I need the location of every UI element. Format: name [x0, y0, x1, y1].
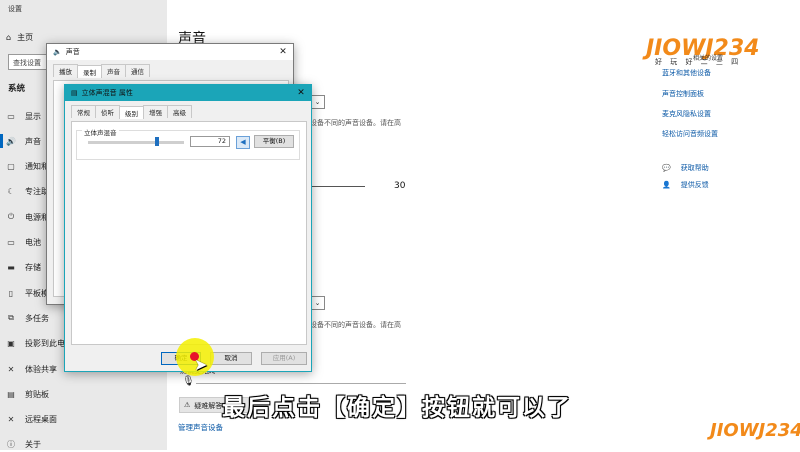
properties-titlebar: ▤ 立体声混音 属性 ✕	[65, 85, 311, 101]
tab-listen[interactable]: 侦听	[95, 105, 120, 118]
sidebar-item-label: 剪贴板	[25, 389, 49, 399]
speaker-icon: 🔊	[6, 136, 16, 146]
home-label: 主页	[17, 33, 34, 42]
sidebar-item-label: 体验共享	[25, 364, 57, 374]
input-device-dropdown[interactable]: ⌄	[310, 296, 325, 310]
clipboard-icon: ▤	[7, 389, 15, 399]
sidebar-item-1[interactable]: 🔊 声音	[6, 134, 41, 148]
warning-icon: ⚠	[184, 401, 191, 409]
monitor-icon: ▭	[7, 111, 15, 121]
battery-icon: ▭	[7, 238, 15, 247]
volume-value: 30	[394, 181, 406, 191]
sidebar-item-12[interactable]: ✕ 远程桌面	[6, 413, 57, 427]
balance-button[interactable]: 平衡(B)	[254, 135, 294, 148]
sidebar-item-label: 远程桌面	[25, 415, 57, 425]
tab-playback[interactable]: 播放	[53, 64, 78, 77]
microphone-icon: 🎙	[182, 376, 195, 387]
sidebar-item-8[interactable]: ⧉ 多任务	[6, 311, 49, 325]
project-icon: ▣	[7, 339, 15, 349]
sidebar-item-3[interactable]: ☾ 专注助	[6, 185, 49, 199]
tab-advanced[interactable]: 高级	[167, 105, 192, 118]
volume-slider[interactable]	[310, 186, 365, 187]
sound-dialog-titlebar: 🔈 声音 ✕	[47, 44, 293, 60]
chat-icon: 💬	[662, 164, 671, 172]
output-description: 设备不同的声音设备。请在高	[310, 119, 401, 127]
properties-title: 立体声混音 属性	[81, 89, 133, 97]
tab-enhancements[interactable]: 增强	[143, 105, 168, 118]
focus-icon: ☾	[7, 187, 15, 197]
related-settings-heading: 相关的设置	[693, 55, 724, 62]
sidebar-item-4[interactable]: ⏻ 电源和	[6, 210, 49, 224]
sidebar-item-label: 存储	[25, 263, 41, 273]
stereo-mix-properties-dialog: ▤ 立体声混音 属性 ✕ 常规 侦听 级别 增强 高级 立体声混音 72 ◀ 平…	[64, 84, 312, 372]
microphone-icon: ▤	[71, 89, 78, 97]
tab-general[interactable]: 常规	[71, 105, 96, 118]
level-value-box[interactable]: 72	[190, 136, 230, 147]
sidebar-item-11[interactable]: ▤ 剪贴板	[6, 387, 49, 401]
storage-icon: ▬	[7, 263, 15, 273]
related-link-ease-of-access[interactable]: 轻松访问音频设置	[662, 129, 718, 139]
selected-indicator	[0, 134, 3, 148]
sidebar-item-9[interactable]: ▣ 投影到此电脑	[6, 337, 73, 351]
multitask-icon: ⧉	[8, 313, 14, 323]
close-icon[interactable]: ✕	[291, 88, 311, 98]
sidebar-item-10[interactable]: ✕ 体验共享	[6, 362, 57, 376]
level-slider-track[interactable]	[88, 141, 184, 144]
output-device-dropdown[interactable]: ⌄	[310, 95, 325, 109]
get-help-label: 获取帮助	[680, 164, 709, 172]
home-nav-item[interactable]: ⌂ 主页	[6, 32, 33, 43]
remote-icon: ✕	[7, 415, 15, 425]
tab-sounds[interactable]: 声音	[101, 64, 126, 77]
troubleshoot-label: 疑难解答	[194, 402, 223, 410]
power-icon: ⏻	[7, 212, 15, 222]
tab-levels[interactable]: 级别	[119, 106, 144, 119]
related-link-bluetooth[interactable]: 蓝牙和其他设备	[662, 68, 711, 78]
sidebar-item-0[interactable]: ▭ 显示	[6, 109, 41, 123]
close-icon[interactable]: ✕	[273, 47, 293, 57]
settings-window-title: 设置	[8, 5, 22, 13]
sidebar-item-label: 声音	[25, 136, 41, 146]
feedback-label: 提供反馈	[680, 181, 709, 189]
tablet-icon: ▯	[8, 288, 14, 298]
sound-dialog-title: 声音	[65, 48, 80, 56]
related-link-mic-privacy[interactable]: 麦克风隐私设置	[662, 109, 711, 119]
mute-speaker-icon[interactable]: ◀	[236, 136, 250, 149]
feedback-icon: 👤	[662, 181, 671, 189]
input-description: 设备不同的声音设备。请在高	[310, 321, 401, 329]
cursor-icon: ➤	[194, 355, 208, 374]
sidebar-item-label: 显示	[25, 111, 41, 121]
share-icon: ✕	[7, 364, 15, 374]
feedback-link[interactable]: 👤 提供反馈	[662, 180, 709, 190]
get-help-link[interactable]: 💬 获取帮助	[662, 163, 709, 173]
tab-communications[interactable]: 通信	[125, 64, 150, 77]
watermark-logo-bottom: JIOWJ234	[710, 420, 800, 441]
section-heading: 系统	[8, 84, 26, 94]
level-group-label: 立体声混音	[82, 127, 119, 137]
video-subtitle: 最后点击【确定】按钮就可以了	[222, 395, 572, 421]
mic-level-bar	[196, 383, 406, 384]
sidebar-item-7[interactable]: ▯ 平板模	[6, 286, 49, 300]
levels-panel: 立体声混音 72 ◀ 平衡(B)	[71, 121, 307, 345]
home-icon: ⌂	[6, 33, 12, 42]
speaker-icon: 🔈	[53, 48, 62, 56]
cancel-button[interactable]: 取消	[210, 352, 252, 365]
sidebar-item-6[interactable]: ▬ 存储	[6, 261, 41, 275]
level-slider-thumb[interactable]	[155, 137, 160, 146]
tab-recording[interactable]: 录制	[77, 65, 102, 78]
info-icon: ⓘ	[7, 440, 15, 450]
related-link-sound-control-panel[interactable]: 声音控制面板	[662, 89, 704, 99]
apply-button[interactable]: 应用(A)	[261, 352, 307, 365]
notification-icon: ▢	[7, 162, 15, 172]
sidebar-item-2[interactable]: ▢ 通知和	[6, 160, 49, 174]
sidebar-item-label: 电池	[25, 238, 41, 247]
sidebar-item-5[interactable]: ▭ 电池	[6, 236, 41, 250]
sidebar-item-label: 多任务	[25, 313, 49, 323]
sidebar-item-label: 关于	[25, 440, 41, 450]
manage-devices-link[interactable]: 管理声音设备	[178, 422, 223, 433]
